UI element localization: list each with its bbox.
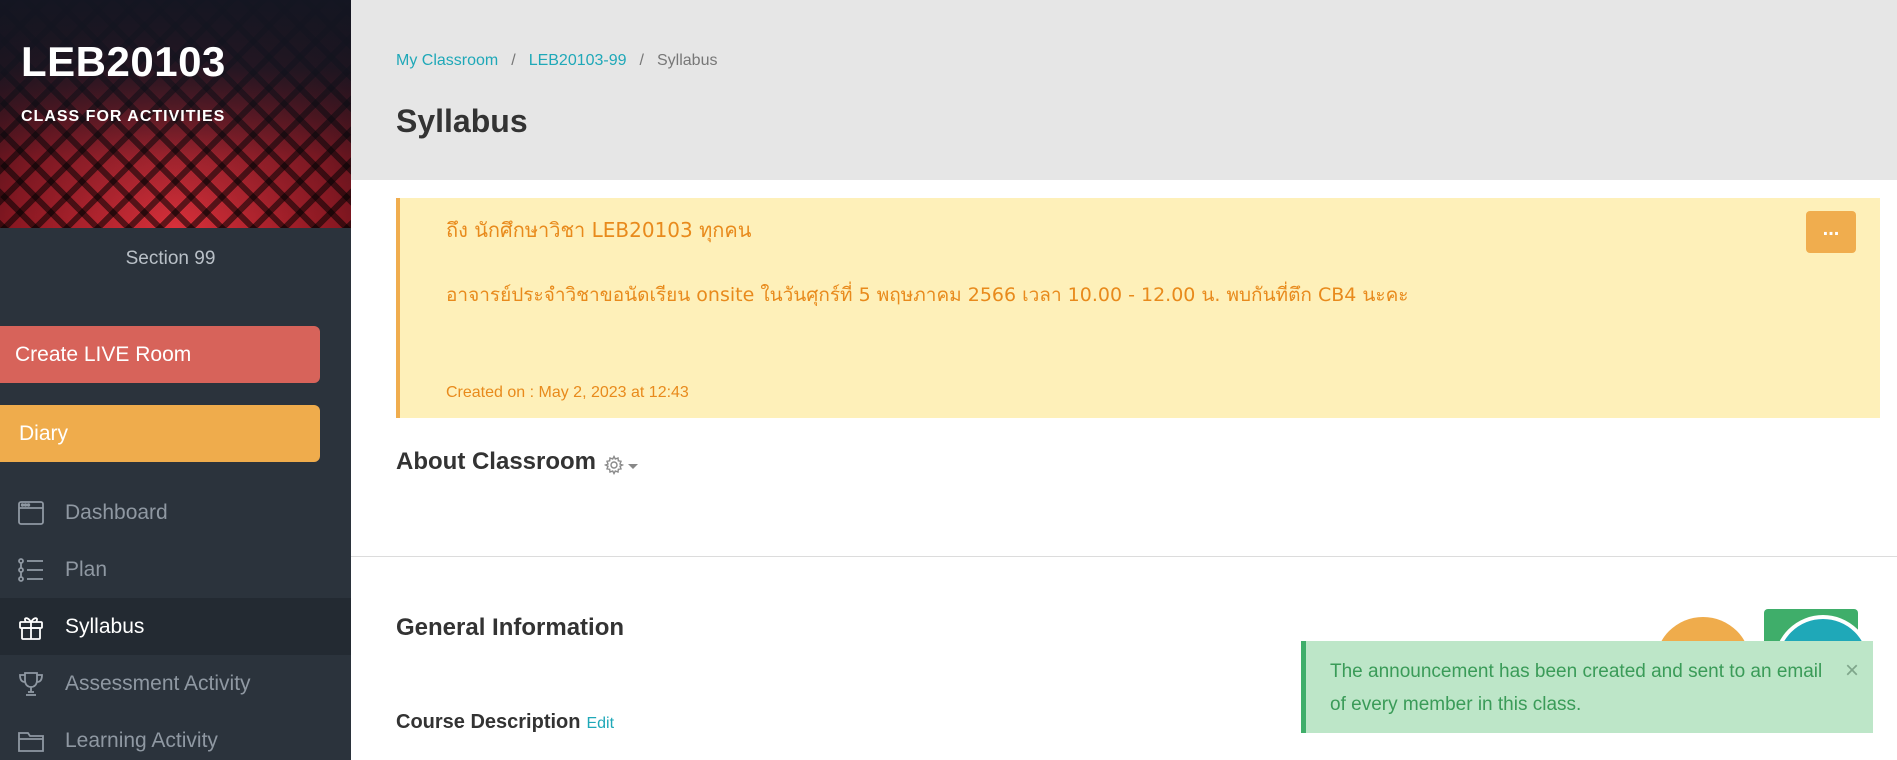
page-header: My Classroom / LEB20103-99 / Syllabus Sy… — [351, 0, 1897, 180]
page-title: Syllabus — [396, 103, 528, 139]
sidebar-item-label: Syllabus — [65, 614, 145, 638]
toast-message: The announcement has been created and se… — [1330, 661, 1823, 715]
breadcrumb-separator: / — [639, 52, 644, 69]
announcement-created-date: Created on : May 2, 2023 at 12:43 — [446, 384, 689, 401]
breadcrumb-separator: / — [511, 52, 516, 69]
gear-icon[interactable] — [604, 455, 625, 475]
sidebar: LEB20103 CLASS FOR ACTIVITIES Section 99… — [0, 0, 351, 760]
section-label: Section 99 — [125, 248, 216, 269]
course-description-title: Course Description — [396, 711, 581, 733]
trophy-icon — [14, 667, 48, 701]
announcement-greeting: ถึง นักศึกษาวิชา LEB20103 ทุกคน — [446, 218, 752, 242]
sidebar-item-syllabus[interactable]: Syllabus — [0, 598, 351, 655]
divider — [351, 556, 1897, 557]
sidebar-item-label: Assessment Activity — [65, 671, 251, 695]
announcement-body: อาจารย์ประจำวิชาขอนัดเรียน onsite ในวันศ… — [446, 284, 1409, 306]
class-code: LEB20103 — [21, 38, 226, 85]
general-information-title: General Information — [396, 614, 625, 641]
diary-button[interactable]: Diary — [0, 405, 320, 462]
breadcrumb: My Classroom / LEB20103-99 / Syllabus — [396, 52, 717, 70]
breadcrumb-my-classroom[interactable]: My Classroom — [396, 52, 498, 70]
sidebar-item-assessment-activity[interactable]: Assessment Activity — [0, 655, 351, 712]
sidebar-item-label: Dashboard — [65, 500, 168, 524]
create-live-room-button[interactable]: Create LIVE Room — [0, 326, 320, 383]
chevron-down-icon[interactable] — [628, 463, 639, 469]
success-toast: The announcement has been created and se… — [1301, 641, 1873, 733]
folder-icon — [14, 724, 48, 758]
about-classroom-heading: About Classroom — [396, 448, 639, 476]
course-description-edit-link[interactable]: Edit — [586, 715, 614, 733]
window-icon — [14, 496, 48, 530]
course-description-heading: Course Description Edit — [396, 711, 614, 734]
sidebar-item-learning-activity[interactable]: Learning Activity — [0, 712, 351, 760]
sidebar-item-label: Learning Activity — [65, 728, 218, 752]
breadcrumb-class[interactable]: LEB20103-99 — [529, 52, 627, 70]
breadcrumb-current: Syllabus — [657, 52, 718, 69]
class-subtitle: CLASS FOR ACTIVITIES — [21, 108, 226, 125]
class-banner: LEB20103 CLASS FOR ACTIVITIES — [0, 0, 351, 228]
announcement-more-button[interactable]: ... — [1806, 211, 1856, 253]
gift-icon — [14, 610, 48, 644]
sidebar-item-label: Plan — [65, 557, 108, 581]
sidebar-item-plan[interactable]: Plan — [0, 541, 351, 598]
about-classroom-title: About Classroom — [396, 448, 597, 475]
sidebar-item-dashboard[interactable]: Dashboard — [0, 484, 351, 541]
list-icon — [14, 553, 48, 587]
announcement-card: ถึง นักศึกษาวิชา LEB20103 ทุกคน อาจารย์ป… — [396, 198, 1880, 418]
close-icon[interactable]: × — [1845, 659, 1859, 683]
